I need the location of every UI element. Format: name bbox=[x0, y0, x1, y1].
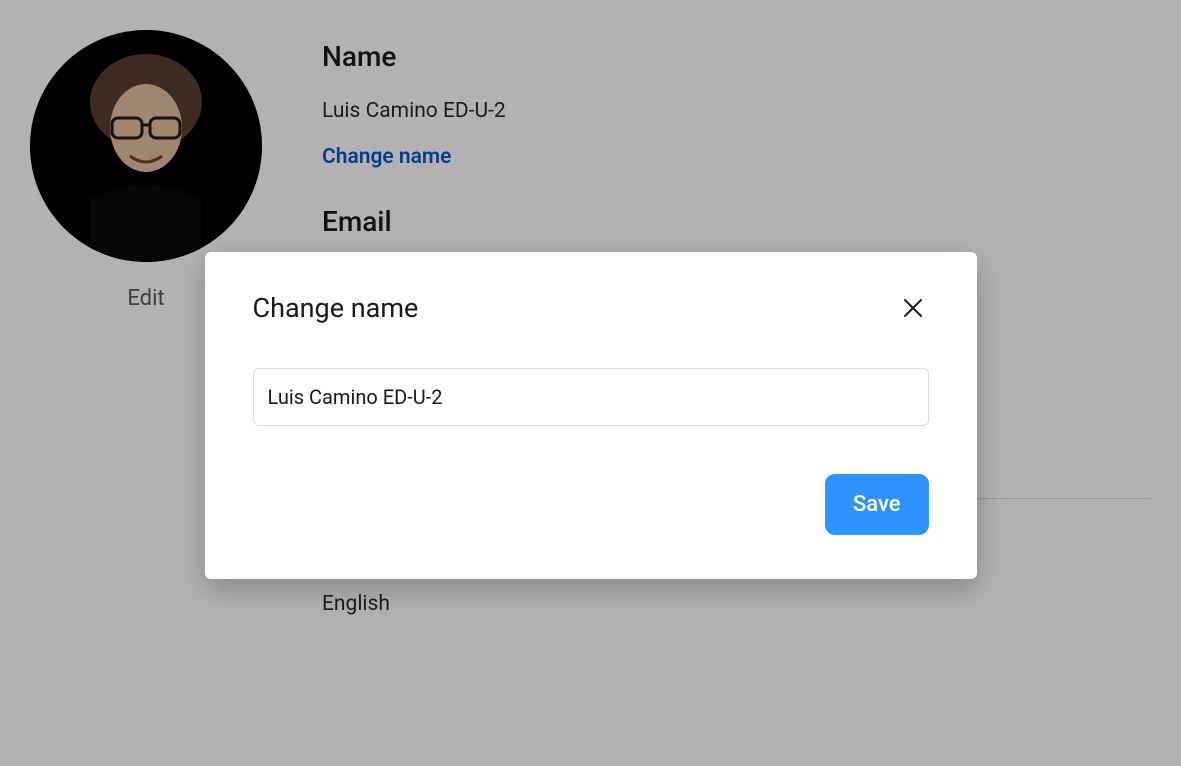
close-icon bbox=[901, 296, 925, 320]
modal-footer: Save bbox=[253, 474, 929, 535]
modal-title: Change name bbox=[253, 292, 419, 324]
modal-close-button[interactable] bbox=[897, 292, 929, 324]
save-button[interactable]: Save bbox=[825, 474, 929, 535]
change-name-modal: Change name Save bbox=[205, 252, 977, 579]
name-input[interactable] bbox=[253, 368, 929, 426]
modal-header: Change name bbox=[253, 292, 929, 324]
modal-overlay[interactable]: Change name Save bbox=[0, 0, 1181, 766]
